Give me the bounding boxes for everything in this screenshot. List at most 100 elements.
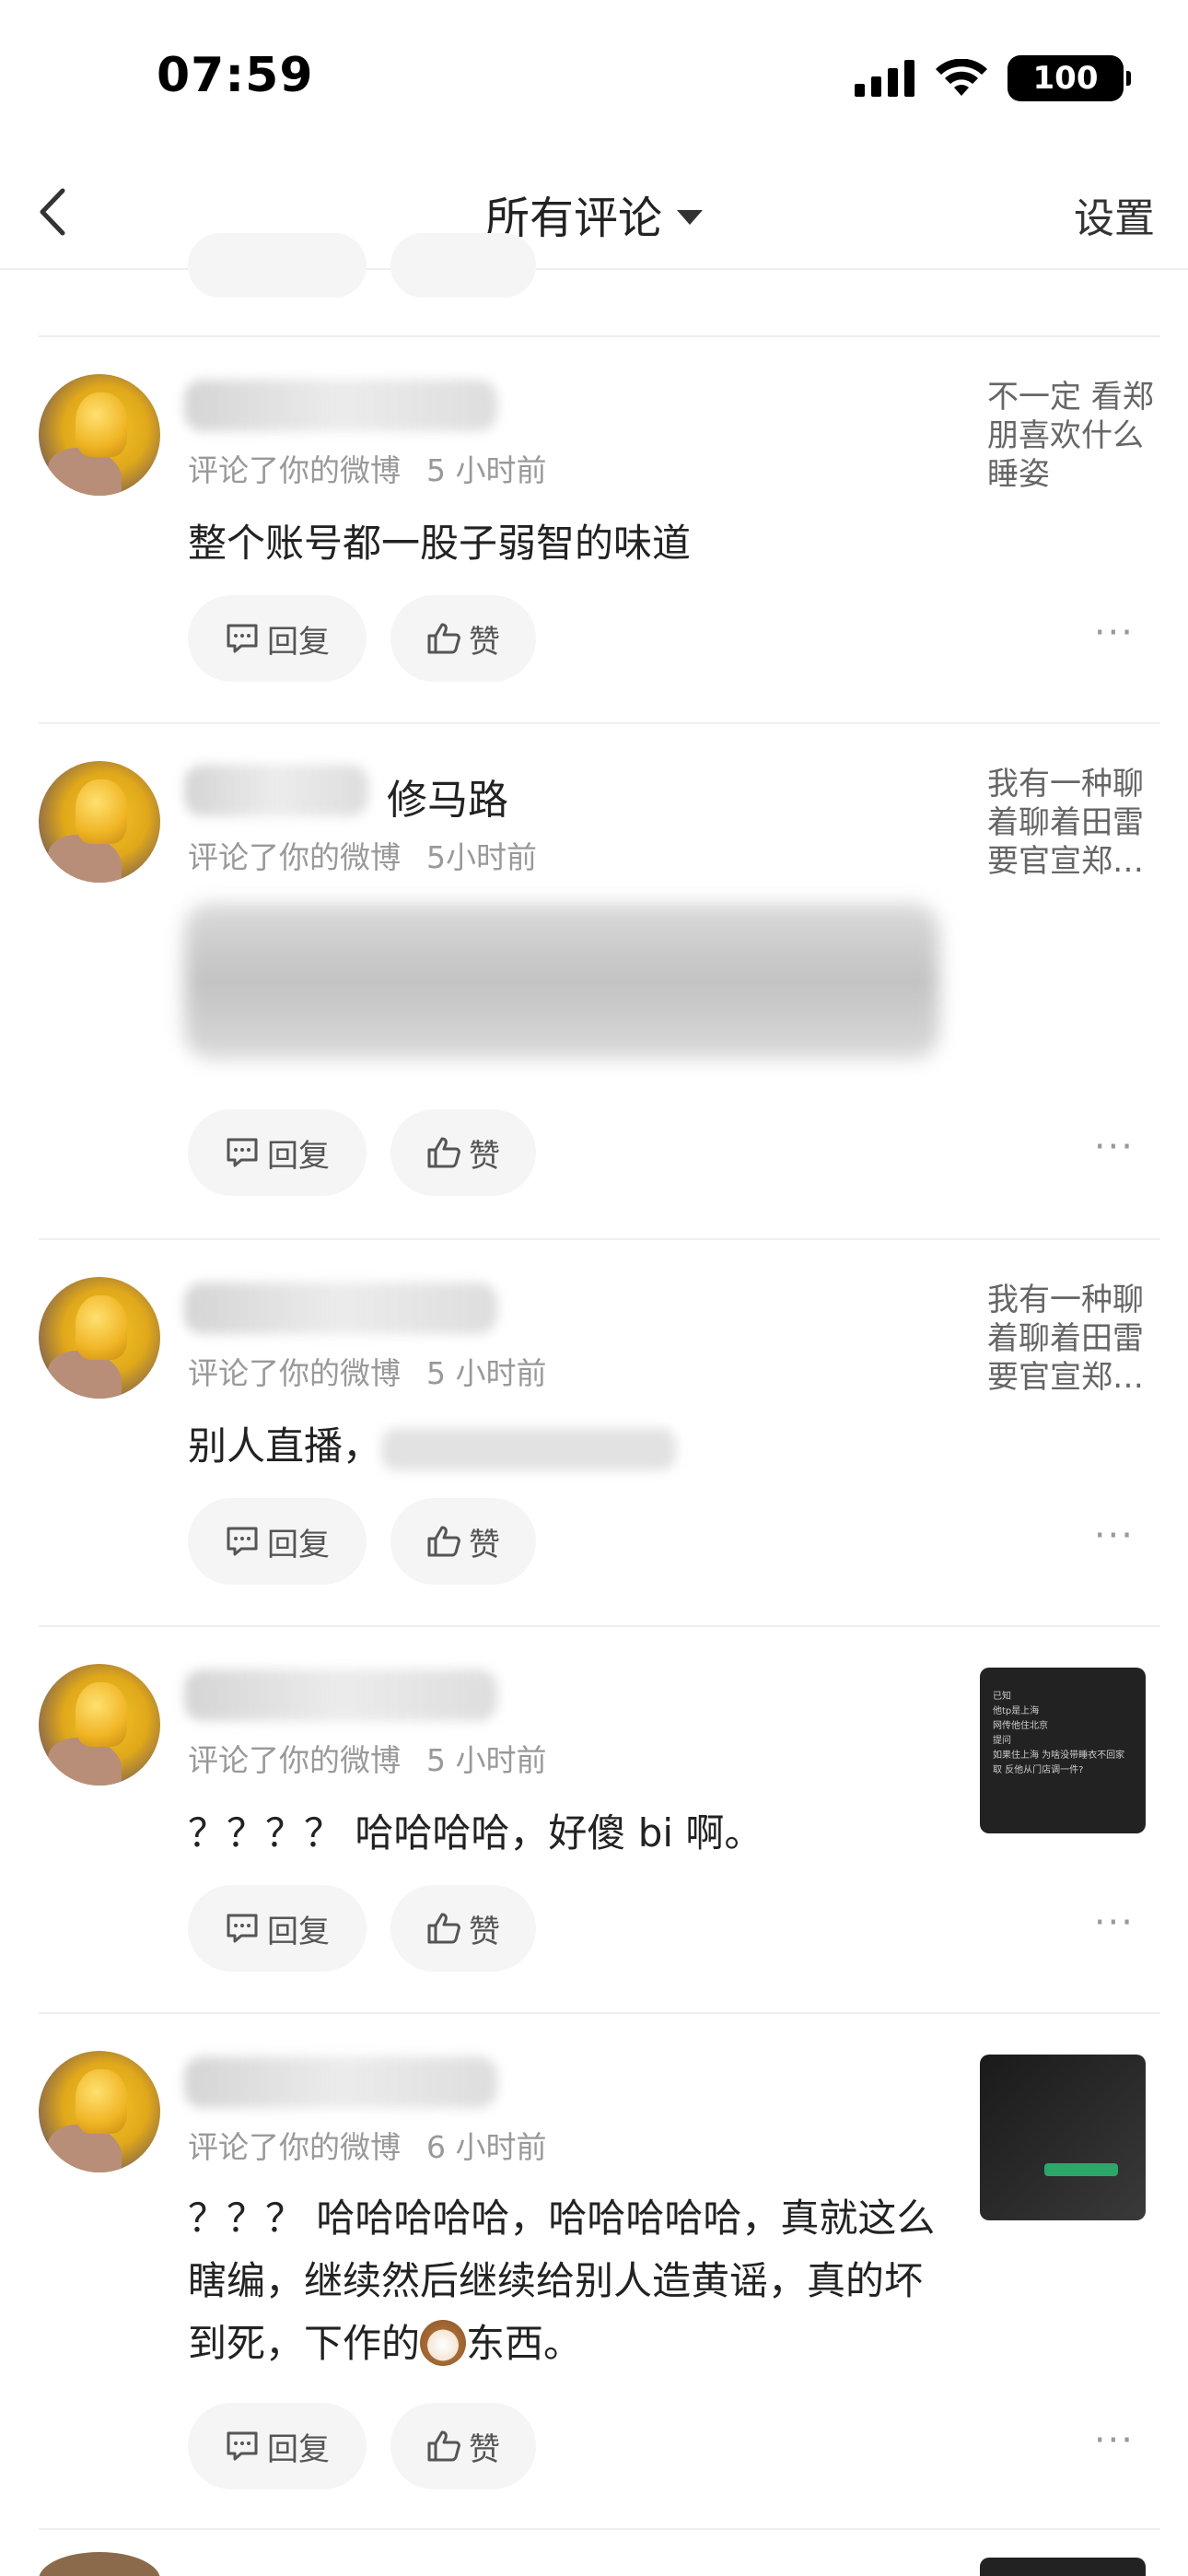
- cellular-signal-icon: [855, 60, 914, 97]
- nav-bar: 所有评论 设置: [0, 152, 1188, 270]
- like-label: 赞: [469, 2430, 500, 2468]
- battery-indicator: 100: [1007, 55, 1131, 101]
- reply-label: 回复: [267, 623, 330, 661]
- comment-meta: 评论了你的微博 6 小时前: [188, 2123, 547, 2167]
- meta-action: 评论了你的微博: [188, 839, 401, 875]
- status-time: 07:59: [157, 48, 314, 103]
- comment-meta: 评论了你的微博 5小时前: [188, 833, 537, 877]
- reply-button[interactable]: 回复: [188, 595, 367, 682]
- divider: [39, 1238, 1160, 1240]
- more-options-icon[interactable]: ···: [1094, 2419, 1135, 2462]
- thumbnail-badge: [1044, 2163, 1118, 2176]
- settings-button[interactable]: 设置: [1074, 185, 1155, 244]
- avatar[interactable]: [39, 1664, 160, 1786]
- reply-label: 回复: [267, 1913, 330, 1950]
- reply-label: 回复: [267, 1526, 330, 1563]
- reply-button[interactable]: 回复: [188, 1109, 367, 1196]
- more-options-icon[interactable]: ···: [1094, 612, 1135, 654]
- comment-text: 整个账号都一股子弱智的味道: [188, 521, 692, 566]
- divider: [39, 335, 1160, 337]
- dog-emoji-icon: [420, 2319, 467, 2366]
- more-options-icon[interactable]: ···: [1094, 1902, 1135, 1944]
- comment-time: 5 小时前: [426, 1742, 547, 1778]
- thumbs-up-icon: [427, 1913, 460, 1944]
- comment-time: 5 小时前: [426, 452, 547, 488]
- comment-text: ？？？ 哈哈哈哈哈，哈哈哈哈哈，真就这么瞎编，继续然后继续给别人造黄谣，真的坏到…: [188, 2187, 943, 2375]
- more-options-icon[interactable]: ···: [1094, 1126, 1135, 1168]
- like-button[interactable]: 赞: [390, 2403, 536, 2489]
- reply-icon: [227, 1914, 258, 1943]
- divider: [39, 722, 1160, 724]
- status-icons: 100: [855, 55, 1131, 101]
- status-bar: 07:59 100: [0, 0, 1188, 152]
- reply-icon: [227, 624, 258, 653]
- reply-button[interactable]: 回复: [188, 1885, 367, 1972]
- reply-button[interactable]: 回复: [188, 2403, 367, 2489]
- comment-meta: 评论了你的微博 5 小时前: [188, 1349, 547, 1393]
- comment-time: 5 小时前: [426, 1355, 547, 1391]
- username-blurred[interactable]: [184, 2056, 497, 2108]
- reply-icon: [227, 1138, 258, 1167]
- username-blurred[interactable]: [184, 1282, 497, 1334]
- comment-text-blurred: [381, 1427, 677, 1470]
- thumb-line: 提问: [993, 1736, 1011, 1746]
- caret-down-icon: [677, 210, 703, 225]
- comment-time: 6 小时前: [426, 2129, 547, 2165]
- thumb-line: 他tp是上海: [993, 1706, 1040, 1716]
- thumbs-up-icon: [427, 623, 460, 654]
- avatar[interactable]: [39, 2051, 160, 2172]
- original-post-snippet[interactable]: 我有一种聊着聊着田雷要官宣郑…: [987, 765, 1162, 881]
- avatar[interactable]: [39, 761, 160, 883]
- nav-title-dropdown[interactable]: 所有评论: [0, 181, 1188, 246]
- reply-label: 回复: [267, 1137, 330, 1175]
- comment-text: ？？？？ 哈哈哈哈，好傻 bi 啊。: [188, 1810, 763, 1856]
- meta-action: 评论了你的微博: [188, 1355, 401, 1391]
- meta-action: 评论了你的微博: [188, 452, 401, 488]
- comment-text: 别人直播，: [188, 1415, 943, 1478]
- meta-action: 评论了你的微博: [188, 2129, 401, 2165]
- like-button-peek[interactable]: [390, 233, 536, 298]
- reply-button-peek[interactable]: [188, 233, 367, 298]
- divider: [39, 2528, 1160, 2530]
- thumbs-up-icon: [427, 1137, 460, 1168]
- previous-actions-peek: [188, 233, 648, 298]
- thumb-line: 如果住上海 为啥没带睡衣不回家: [993, 1751, 1125, 1761]
- like-button[interactable]: 赞: [390, 1498, 536, 1585]
- username-blurred[interactable]: [184, 1669, 497, 1721]
- more-options-icon[interactable]: ···: [1094, 1515, 1135, 1557]
- like-label: 赞: [469, 1526, 500, 1563]
- like-button[interactable]: 赞: [390, 1109, 536, 1196]
- next-thumbnail-peek[interactable]: [980, 2558, 1146, 2576]
- avatar[interactable]: [39, 1277, 160, 1399]
- comment-meta: 评论了你的微博 5 小时前: [188, 446, 547, 490]
- reply-icon: [227, 2431, 258, 2461]
- original-post-thumbnail[interactable]: 已知 他tp是上海 网传他住北京 提问 如果住上海 为啥没带睡衣不回家 取 反他…: [980, 1668, 1146, 1833]
- username-visible-part[interactable]: 修马路: [387, 767, 508, 824]
- thumbs-up-icon: [427, 2430, 460, 2462]
- comment-time: 5小时前: [426, 839, 537, 875]
- reply-label: 回复: [267, 2430, 330, 2468]
- original-post-snippet[interactable]: 我有一种聊着聊着田雷要官宣郑…: [987, 1281, 1162, 1397]
- like-button[interactable]: 赞: [390, 1885, 536, 1972]
- thumb-line: 网传他住北京: [993, 1721, 1048, 1731]
- divider: [39, 1625, 1160, 1627]
- divider: [39, 2012, 1160, 2014]
- reply-button[interactable]: 回复: [188, 1498, 367, 1585]
- username-blurred[interactable]: [184, 380, 497, 431]
- thumb-line: 取 反他从门店调一件?: [993, 1765, 1084, 1775]
- comment-text-visible: 别人直播，: [188, 1423, 382, 1469]
- like-label: 赞: [469, 623, 500, 661]
- original-post-thumbnail[interactable]: [980, 2055, 1146, 2220]
- username-blurred[interactable]: [184, 765, 368, 816]
- like-label: 赞: [469, 1137, 500, 1175]
- thumb-line: 已知: [993, 1692, 1011, 1702]
- like-label: 赞: [469, 1913, 500, 1950]
- meta-action: 评论了你的微博: [188, 1742, 401, 1778]
- wifi-icon: [936, 59, 987, 96]
- like-button[interactable]: 赞: [390, 595, 536, 682]
- reply-icon: [227, 1527, 258, 1556]
- original-post-snippet[interactable]: 不一定 看郑朋喜欢什么睡姿: [987, 378, 1162, 494]
- avatar[interactable]: [39, 374, 160, 496]
- next-avatar-peek[interactable]: [39, 2552, 160, 2576]
- comment-meta: 评论了你的微博 5 小时前: [188, 1736, 547, 1780]
